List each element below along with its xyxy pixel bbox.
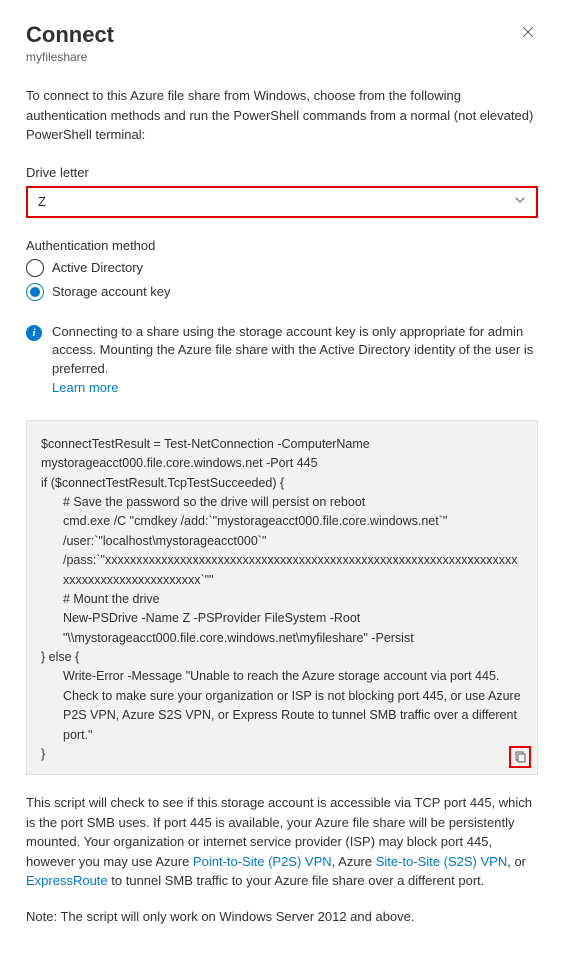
script-line: } else {	[41, 648, 523, 667]
script-line: if ($connectTestResult.TcpTestSucceeded)…	[41, 474, 523, 493]
footer-text-part: , Azure	[332, 854, 376, 869]
auth-option-label: Active Directory	[52, 260, 143, 275]
script-line: cmd.exe /C "cmdkey /add:`"mystorageacct0…	[41, 512, 523, 590]
script-line: Write-Error -Message "Unable to reach th…	[41, 667, 523, 745]
info-text: Connecting to a share using the storage …	[52, 324, 533, 377]
footer-text-part: to tunnel SMB traffic to your Azure file…	[108, 873, 485, 888]
auth-option-label: Storage account key	[52, 284, 171, 299]
footer-text-part: , or	[507, 854, 526, 869]
script-line: New-PSDrive -Name Z -PSProvider FileSyst…	[41, 609, 523, 648]
copy-icon	[514, 751, 526, 763]
footer-paragraph-1: This script will check to see if this st…	[26, 793, 538, 891]
radio-icon	[26, 259, 44, 277]
footer-paragraph-2: Note: The script will only work on Windo…	[26, 907, 538, 927]
chevron-down-icon	[514, 194, 526, 209]
script-line: $connectTestResult = Test-NetConnection …	[41, 435, 523, 474]
drive-letter-value: Z	[38, 194, 46, 209]
copy-button[interactable]	[509, 746, 531, 768]
s2s-vpn-link[interactable]: Site-to-Site (S2S) VPN	[376, 854, 508, 869]
intro-text: To connect to this Azure file share from…	[26, 86, 538, 145]
info-icon: i	[26, 325, 42, 341]
expressroute-link[interactable]: ExpressRoute	[26, 873, 108, 888]
close-button[interactable]	[518, 22, 538, 44]
auth-option-active-directory[interactable]: Active Directory	[26, 259, 538, 277]
auth-option-storage-key[interactable]: Storage account key	[26, 283, 538, 301]
auth-method-label: Authentication method	[26, 238, 538, 253]
info-callout: i Connecting to a share using the storag…	[26, 323, 538, 398]
script-line: # Mount the drive	[41, 590, 523, 609]
drive-letter-label: Drive letter	[26, 165, 538, 180]
script-line: }	[41, 745, 523, 764]
script-block: $connectTestResult = Test-NetConnection …	[26, 420, 538, 775]
script-line: # Save the password so the drive will pe…	[41, 493, 523, 512]
panel-title: Connect	[26, 22, 114, 48]
learn-more-link[interactable]: Learn more	[52, 380, 118, 395]
close-icon	[522, 26, 534, 38]
p2s-vpn-link[interactable]: Point-to-Site (P2S) VPN	[193, 854, 332, 869]
radio-icon-checked	[26, 283, 44, 301]
drive-letter-select[interactable]: Z	[26, 186, 538, 218]
panel-subtitle: myfileshare	[26, 50, 114, 64]
